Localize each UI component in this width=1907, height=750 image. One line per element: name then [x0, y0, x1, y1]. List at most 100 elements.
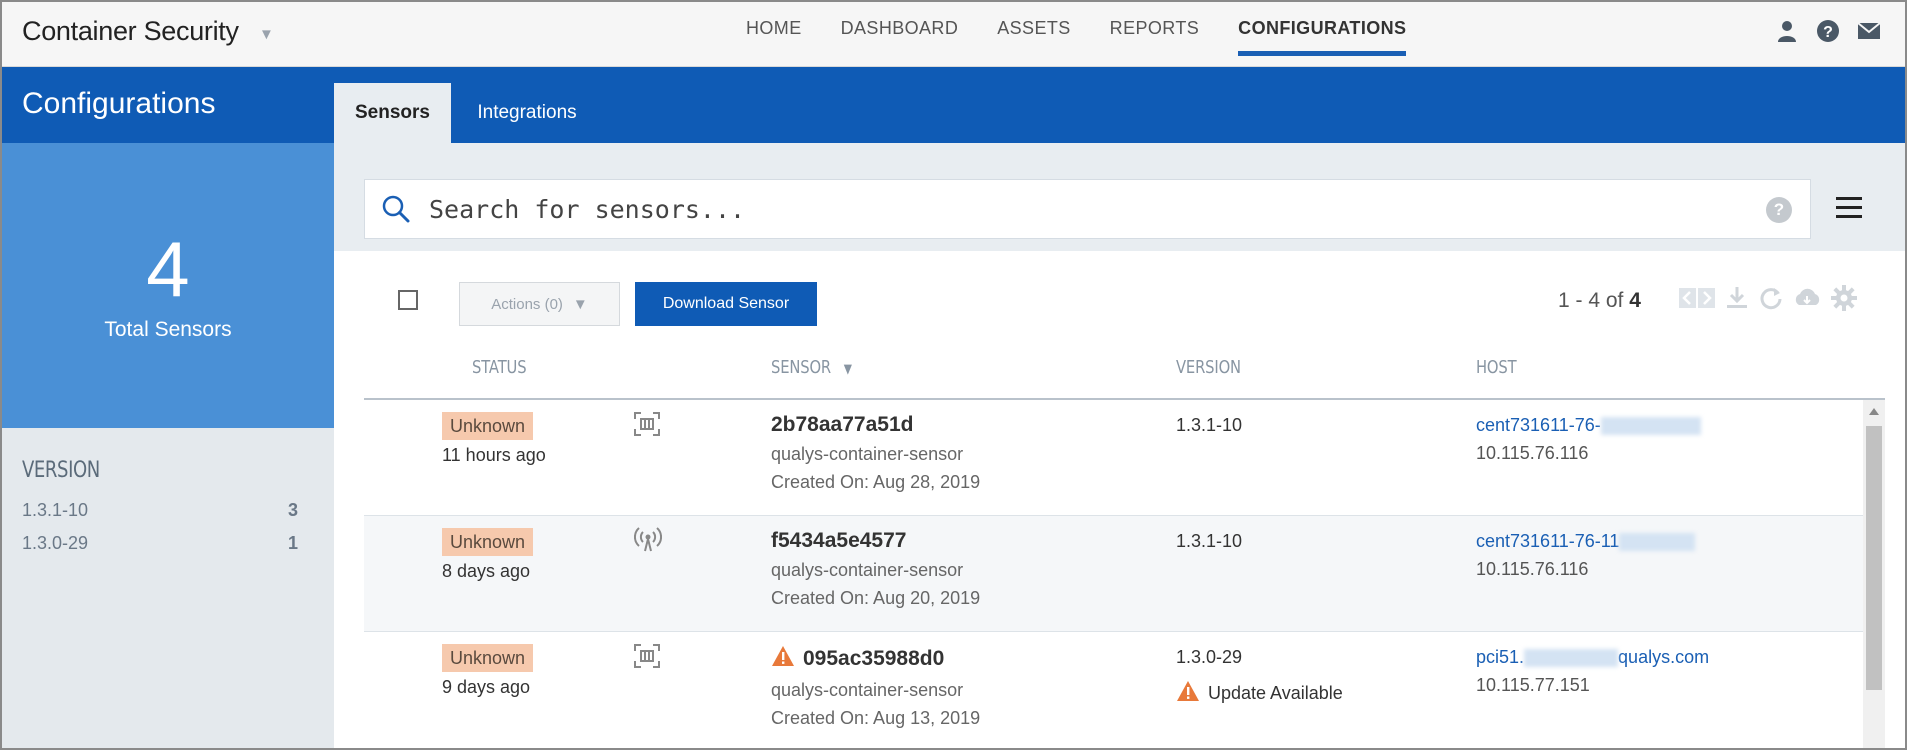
nav-reports[interactable]: REPORTS — [1110, 18, 1200, 54]
chevron-down-icon: ▼ — [572, 295, 588, 313]
table-scrollbar[interactable] — [1863, 400, 1885, 748]
scroll-thumb[interactable] — [1866, 426, 1882, 690]
app-title[interactable]: Container Security — [22, 16, 239, 47]
sensor-cell: 2b78aa77a51d qualys-container-sensor Cre… — [771, 413, 980, 493]
column-header-sensor-label: SENSOR — [771, 357, 832, 378]
app-window: Container Security ▼ HOME DASHBOARD ASSE… — [0, 0, 1907, 750]
redacted-host — [1619, 532, 1696, 551]
warning-icon — [1176, 680, 1200, 707]
download-icon[interactable] — [1724, 285, 1750, 316]
refresh-icon[interactable] — [1758, 285, 1784, 316]
sensor-id-link[interactable]: 095ac35988d0 — [771, 645, 980, 673]
status-badge: Unknown — [442, 528, 534, 556]
sensor-created: Created On: Aug 20, 2019 — [771, 588, 981, 608]
pagination-arrows-icon[interactable] — [1678, 286, 1716, 315]
sensor-id: 2b78aa77a51d — [771, 413, 914, 436]
download-sensor-button[interactable]: Download Sensor — [635, 282, 817, 326]
host-name: cent731611-76-11 — [1476, 531, 1620, 551]
host-domain: qualys.com — [1618, 647, 1710, 667]
user-icon[interactable] — [1775, 19, 1799, 43]
redacted-host — [1600, 416, 1701, 435]
select-all-checkbox[interactable] — [398, 290, 418, 310]
filter-version-item[interactable]: 1.3.1-10 3 — [22, 500, 298, 521]
host-name: pci51. — [1476, 647, 1525, 667]
column-header-version[interactable]: VERSION — [1176, 357, 1241, 378]
total-sensors-count: 4 — [146, 225, 190, 313]
menu-icon[interactable] — [1836, 197, 1862, 224]
host-ip: 10.115.76.116 — [1476, 443, 1589, 463]
total-sensors-label: Total Sensors — [104, 318, 232, 341]
last-checked: 11 hours ago — [442, 445, 546, 465]
sensor-id-link[interactable]: 2b78aa77a51d — [771, 413, 980, 437]
nav-home[interactable]: HOME — [746, 18, 802, 54]
main-content: ? Actions (0) ▼ Download Sensor 1 - 4 of… — [334, 143, 1905, 748]
version-value: 1.3.1-10 — [1176, 415, 1243, 435]
host-name: cent731611-76- — [1476, 415, 1601, 435]
host-ip: 10.115.76.116 — [1476, 559, 1589, 579]
actions-dropdown[interactable]: Actions (0) ▼ — [459, 282, 620, 326]
mail-icon[interactable] — [1857, 19, 1881, 43]
help-icon[interactable]: ? — [1816, 19, 1840, 43]
version-cell: 1.3.0-29 Update Available — [1176, 647, 1343, 707]
status-cell: Unknown 9 days ago — [442, 644, 534, 698]
last-checked: 8 days ago — [442, 561, 531, 581]
search-area: ? — [334, 143, 1905, 251]
container-icon — [634, 412, 660, 441]
host-link[interactable]: cent731611-76-11 — [1476, 531, 1696, 552]
version-value: 1.3.1-10 — [1176, 531, 1243, 551]
app-switcher-caret-icon[interactable]: ▼ — [259, 26, 274, 43]
sensor-created: Created On: Aug 28, 2019 — [771, 472, 981, 492]
nav-configurations[interactable]: CONFIGURATIONS — [1238, 18, 1407, 56]
sensor-cell: 095ac35988d0 qualys-container-sensor Cre… — [771, 645, 980, 729]
scroll-up-arrow-icon[interactable] — [1869, 408, 1879, 415]
main-nav: HOME DASHBOARD ASSETS REPORTS CONFIGURAT… — [746, 18, 1445, 56]
tab-sensors[interactable]: Sensors — [334, 83, 451, 143]
table-row[interactable]: Unknown 9 days ago 095ac35988d0 qualys-c… — [364, 632, 1865, 748]
host-ip: 10.115.77.151 — [1476, 675, 1590, 695]
sidebar-header: Configurations — [2, 67, 334, 143]
column-header-host[interactable]: HOST — [1476, 357, 1517, 378]
svg-text:?: ? — [1823, 24, 1833, 41]
filter-version-label: 1.3.0-29 — [22, 533, 89, 553]
sensor-id-link[interactable]: f5434a5e4577 — [771, 529, 980, 553]
host-link[interactable]: cent731611-76- — [1476, 415, 1701, 436]
host-cell: cent731611-76-11 10.115.76.116 — [1476, 531, 1696, 580]
sensor-name: qualys-container-sensor — [771, 680, 964, 700]
settings-gear-icon[interactable] — [1830, 284, 1858, 317]
status-badge: Unknown — [442, 412, 534, 440]
version-cell: 1.3.1-10 — [1176, 531, 1242, 552]
column-header-sensor[interactable]: SENSOR ▼ — [771, 357, 852, 378]
host-cell: cent731611-76- 10.115.76.116 — [1476, 415, 1701, 464]
sensor-cell: f5434a5e4577 qualys-container-sensor Cre… — [771, 529, 980, 609]
column-header-status[interactable]: STATUS — [472, 357, 527, 378]
top-bar: Container Security ▼ HOME DASHBOARD ASSE… — [2, 2, 1905, 67]
table-tools — [1678, 284, 1858, 317]
pager-range: 1 - 4 of — [1558, 289, 1624, 312]
sort-desc-icon: ▼ — [843, 362, 852, 377]
host-link[interactable]: pci51. qualys.com — [1476, 647, 1709, 668]
table-row[interactable]: Unknown 8 days ago f5434a5e4577 qualys-c… — [364, 516, 1865, 632]
search-icon[interactable] — [381, 194, 411, 229]
sensor-id: 095ac35988d0 — [803, 647, 945, 670]
search-help-icon[interactable]: ? — [1766, 197, 1792, 223]
status-cell: Unknown 8 days ago — [442, 528, 534, 582]
update-label: Update Available — [1208, 683, 1343, 703]
filter-version-count: 1 — [287, 533, 298, 553]
update-available-notice[interactable]: Update Available — [1176, 680, 1343, 707]
cloud-icon[interactable] — [1792, 285, 1822, 316]
nav-assets[interactable]: ASSETS — [997, 18, 1070, 54]
sensor-created: Created On: Aug 13, 2019 — [771, 708, 981, 728]
actions-label: Actions (0) — [491, 295, 563, 313]
status-cell: Unknown 11 hours ago — [442, 412, 546, 466]
sensor-name: qualys-container-sensor — [771, 560, 964, 580]
tab-integrations[interactable]: Integrations — [451, 83, 603, 143]
version-filter-panel: VERSION 1.3.1-10 3 1.3.0-29 1 — [2, 428, 334, 748]
table-row[interactable]: Unknown 11 hours ago 2b78aa77a51d qualys… — [364, 400, 1865, 516]
container-icon — [634, 644, 660, 673]
pager-total: 4 — [1629, 289, 1641, 312]
status-badge: Unknown — [442, 644, 534, 672]
search-input[interactable] — [429, 190, 1729, 228]
nav-dashboard[interactable]: DASHBOARD — [841, 18, 959, 54]
filter-version-item[interactable]: 1.3.0-29 1 — [22, 533, 298, 554]
total-sensors-card: 4 Total Sensors — [2, 143, 334, 428]
